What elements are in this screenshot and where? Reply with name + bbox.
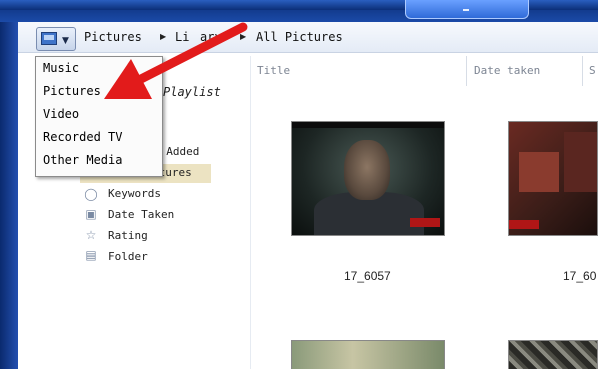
annotation-arrow-icon [104,22,248,99]
